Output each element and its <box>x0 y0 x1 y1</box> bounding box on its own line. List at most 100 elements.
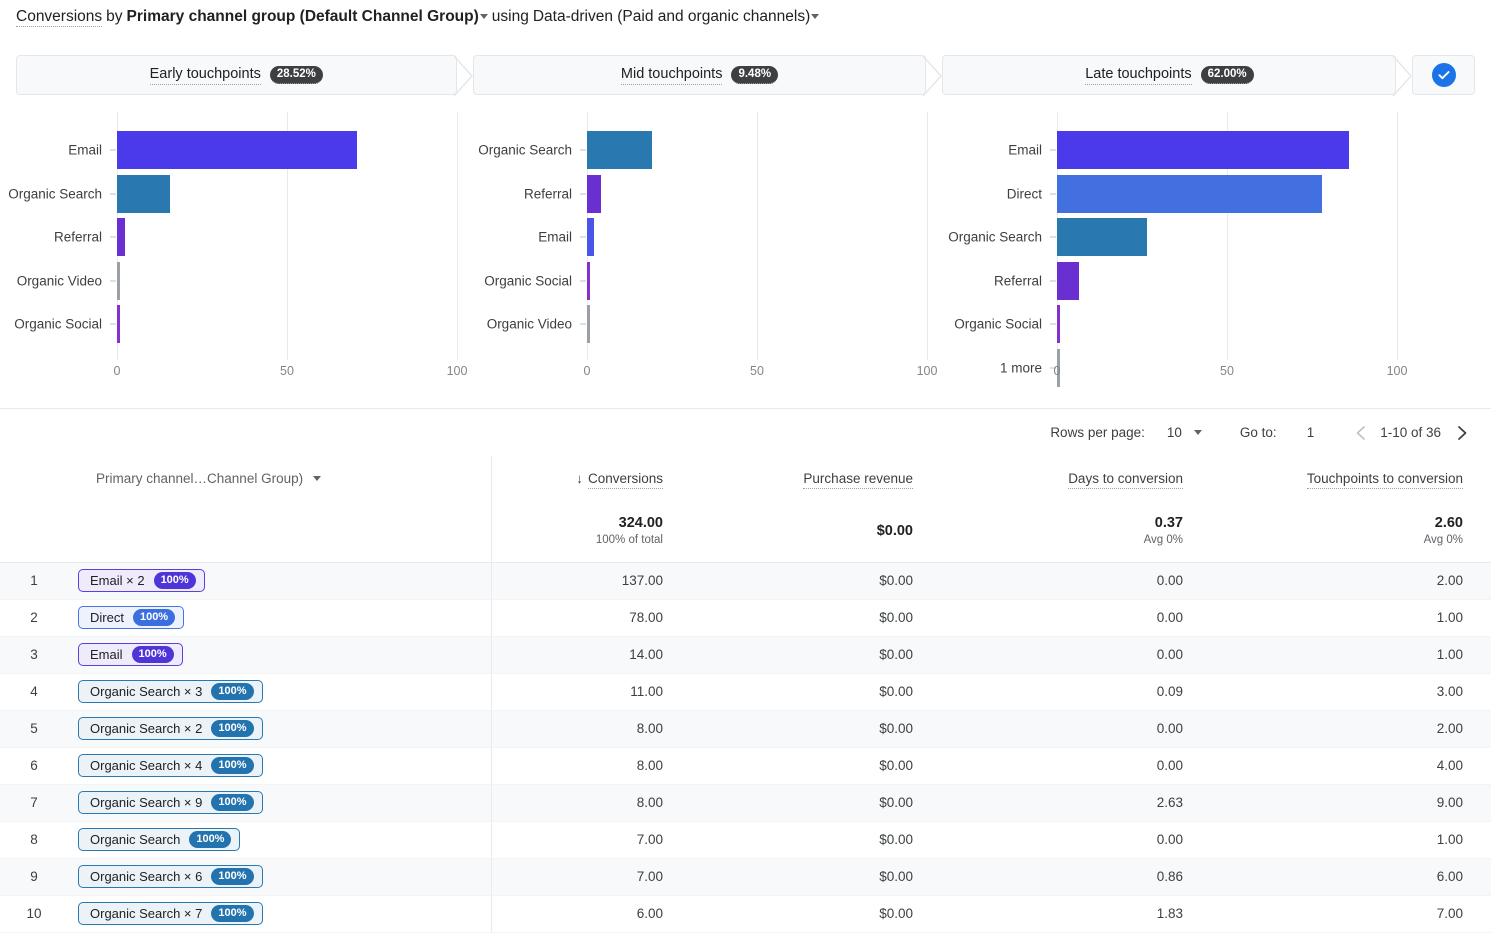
row-conversions: 8.00 <box>491 784 691 822</box>
bar-row: Referral <box>470 172 940 216</box>
title-dimension[interactable]: Primary channel group (Default Channel G… <box>127 8 479 25</box>
axis-tick <box>580 236 586 238</box>
bar-category-label: Organic Social <box>14 316 102 332</box>
goto-input[interactable]: 1 <box>1307 425 1315 440</box>
bar-row: Referral <box>940 259 1410 303</box>
bar[interactable] <box>587 261 590 300</box>
table-row[interactable]: 9 Organic Search × 6 100% 7.00 $0.00 0.86 6.00 <box>0 858 1491 896</box>
bar[interactable] <box>1057 131 1350 169</box>
channel-path-chip[interactable]: Organic Search × 9 100% <box>78 791 263 814</box>
bar[interactable] <box>1057 218 1148 256</box>
bar[interactable] <box>587 305 590 343</box>
bar[interactable] <box>587 174 601 213</box>
touchpoint-charts: Email Organic Search Referral Organic Video… <box>0 112 1491 392</box>
x-axis-tick-label: 100 <box>916 364 938 378</box>
x-axis-tick-label: 100 <box>446 364 468 378</box>
bar[interactable] <box>117 305 120 343</box>
axis-tick <box>580 323 586 325</box>
rows-per-page-value[interactable]: 10 <box>1167 425 1182 440</box>
chip-percent-badge: 100% <box>153 572 196 589</box>
channel-path-chip[interactable]: Organic Search × 3 100% <box>78 680 263 703</box>
chevron-down-icon[interactable] <box>313 475 322 481</box>
row-touchpoints-to-conversion: 2.00 <box>1211 562 1491 600</box>
x-axis: 0 50 100 <box>940 364 1410 390</box>
channel-path-chip[interactable]: Organic Search × 4 100% <box>78 754 263 777</box>
bar[interactable] <box>117 218 126 256</box>
row-days-to-conversion: 0.86 <box>941 858 1211 896</box>
totals-days-sub: Avg 0% <box>1143 534 1183 547</box>
channel-path-chip[interactable]: Organic Search × 2 100% <box>78 717 263 740</box>
chip-label: Organic Search <box>90 832 181 847</box>
chip-percent-badge: 100% <box>131 646 174 663</box>
row-purchase-revenue: $0.00 <box>691 636 941 674</box>
tab-late-touchpoints[interactable]: Late touchpoints 62.00% <box>942 55 1413 96</box>
bar-category-label: Email <box>1008 142 1042 158</box>
header-days-to-conversion[interactable]: Days to conversion <box>941 456 1211 500</box>
channel-path-chip[interactable]: Organic Search × 6 100% <box>78 865 263 888</box>
chevron-down-icon[interactable] <box>479 14 488 19</box>
bar-category-label: Email <box>68 142 102 158</box>
table-row[interactable]: 6 Organic Search × 4 100% 8.00 $0.00 0.00 4.00 <box>0 747 1491 785</box>
row-days-to-conversion: 0.00 <box>941 821 1211 859</box>
table-row[interactable]: 2 Direct 100% 78.00 $0.00 0.00 1.00 <box>0 599 1491 637</box>
header-dimension[interactable]: Primary channel…Channel Group) <box>68 456 492 500</box>
table-row[interactable]: 3 Email 100% 14.00 $0.00 0.00 1.00 <box>0 636 1491 674</box>
bar[interactable] <box>587 218 594 256</box>
totals-dimension <box>68 500 492 563</box>
channel-path-chip[interactable]: Organic Search 100% <box>78 828 241 851</box>
bar[interactable] <box>117 174 171 213</box>
table-row[interactable]: 4 Organic Search × 3 100% 11.00 $0.00 0.09 3.0… <box>0 673 1491 711</box>
attribution-table: Primary channel…Channel Group) ↓ Conversi… <box>0 456 1491 933</box>
header-touchpoints-label: Touchpoints to conversion <box>1306 470 1463 489</box>
table-row[interactable]: 8 Organic Search 100% 7.00 $0.00 0.00 1.00 <box>0 821 1491 859</box>
channel-path-chip[interactable]: Direct 100% <box>78 606 185 629</box>
tab-mid-touchpoints[interactable]: Mid touchpoints 9.48% <box>472 55 943 96</box>
row-touchpoints-to-conversion: 1.00 <box>1211 636 1491 674</box>
bar[interactable] <box>587 131 652 169</box>
row-dimension-cell: Direct 100% <box>68 599 492 637</box>
title-model[interactable]: Data-driven (Paid and organic channels) <box>533 8 810 25</box>
tab-late-badge: 62.00% <box>1200 65 1254 85</box>
header-touchpoints-to-conversion[interactable]: Touchpoints to conversion <box>1211 456 1491 500</box>
row-touchpoints-to-conversion: 2.00 <box>1211 710 1491 748</box>
bar[interactable] <box>1057 305 1061 343</box>
x-axis-tick-label: 50 <box>750 364 764 378</box>
row-conversions: 137.00 <box>491 562 691 600</box>
channel-path-chip[interactable]: Email 100% <box>78 643 183 666</box>
row-conversions: 8.00 <box>491 747 691 785</box>
axis-tick <box>1050 149 1056 151</box>
bar[interactable] <box>1057 174 1323 213</box>
table-row[interactable]: 7 Organic Search × 9 100% 8.00 $0.00 2.63 9.00 <box>0 784 1491 822</box>
pagination-bar: Rows per page: 10 Go to: 1 1-10 of 36 <box>0 408 1491 456</box>
chip-percent-badge: 100% <box>189 831 232 848</box>
header-days-label: Days to conversion <box>1068 470 1183 489</box>
header-purchase-revenue[interactable]: Purchase revenue <box>691 456 941 500</box>
x-axis-tick-label: 100 <box>1386 364 1408 378</box>
chevron-right-icon[interactable] <box>1449 420 1475 446</box>
chip-label: Organic Search × 4 <box>90 758 203 773</box>
chip-label: Organic Search × 3 <box>90 684 203 699</box>
table-row[interactable]: 5 Organic Search × 2 100% 8.00 $0.00 0.00 2.00 <box>0 710 1491 748</box>
row-index: 6 <box>0 747 68 785</box>
axis-tick <box>1050 323 1056 325</box>
bar[interactable] <box>117 131 357 169</box>
totals-days-value: 0.37 <box>1154 515 1183 532</box>
tab-early-touchpoints[interactable]: Early touchpoints 28.52% <box>16 55 473 96</box>
chevron-down-icon[interactable] <box>811 14 820 19</box>
channel-path-chip[interactable]: Email × 2 100% <box>78 569 205 592</box>
bar-row: Organic Video <box>470 302 940 346</box>
row-index: 7 <box>0 784 68 822</box>
row-dimension-cell: Organic Search × 4 100% <box>68 747 492 785</box>
table-row[interactable]: 1 Email × 2 100% 137.00 $0.00 0.00 2.00 <box>0 562 1491 600</box>
axis-tick <box>580 280 586 281</box>
chevron-down-icon[interactable] <box>1193 430 1202 435</box>
header-conversions[interactable]: ↓ Conversions <box>491 456 691 500</box>
channel-path-chip[interactable]: Organic Search × 7 100% <box>78 902 263 925</box>
bar[interactable] <box>1057 261 1080 300</box>
table-row[interactable]: 10 Organic Search × 7 100% 6.00 $0.00 1.83 7.0… <box>0 895 1491 933</box>
tab-conversion-complete[interactable] <box>1412 55 1475 95</box>
title-metric[interactable]: Conversions <box>16 8 103 27</box>
chevron-left-icon[interactable] <box>1348 420 1374 446</box>
chip-label: Direct <box>90 610 124 625</box>
bar[interactable] <box>117 261 120 300</box>
